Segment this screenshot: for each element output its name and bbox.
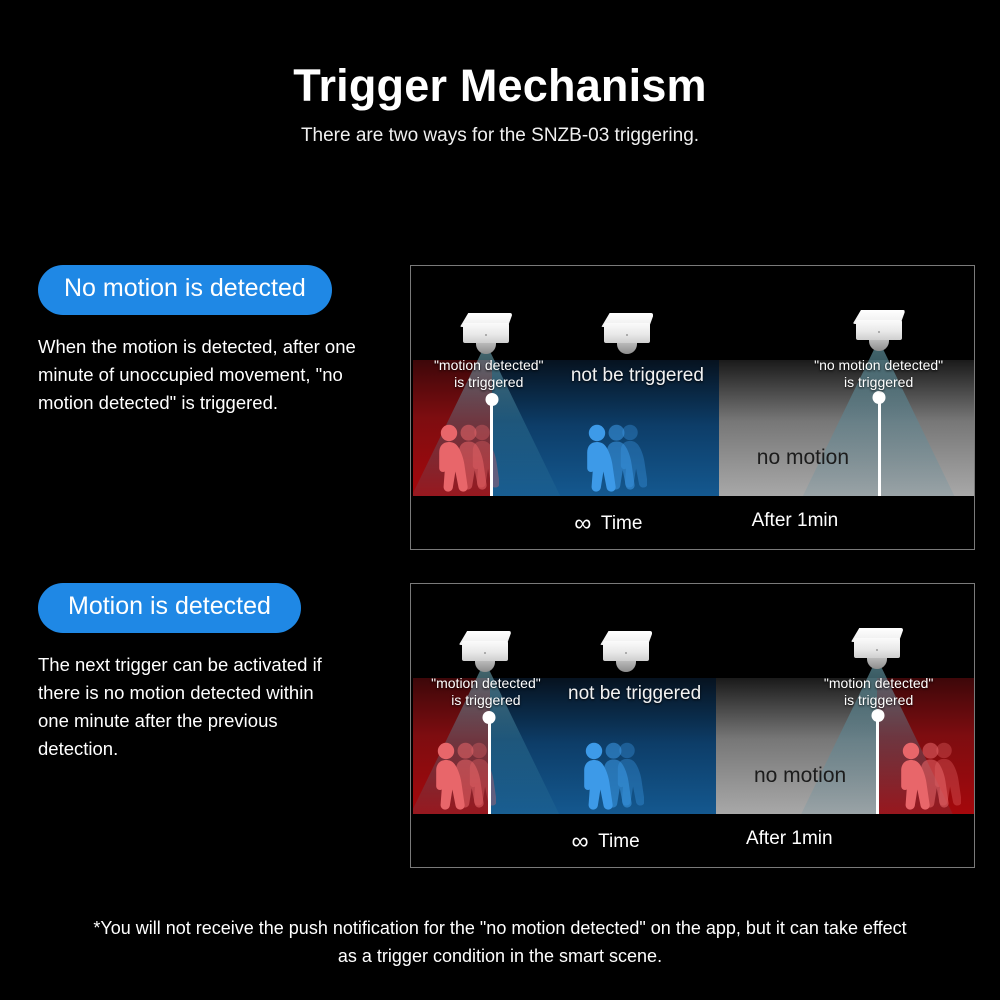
sensor-body bbox=[461, 641, 508, 661]
diagram-label: is triggered bbox=[843, 692, 914, 708]
diagram-stage: "motion detected" is triggered not be trig… bbox=[413, 268, 974, 496]
section-text-column: No motion is detected When the motion is … bbox=[38, 265, 388, 417]
diagram-label: is triggered bbox=[451, 692, 521, 708]
diagram-label: not be triggered bbox=[568, 683, 702, 704]
motion-sensor-icon bbox=[458, 631, 511, 672]
section-description: The next trigger can be activated if the… bbox=[38, 653, 322, 760]
footer-line-2: as a trigger condition in the smart scen… bbox=[337, 945, 663, 966]
motion-sensor-icon bbox=[852, 310, 905, 351]
diagram-label: not be triggered bbox=[570, 365, 704, 386]
trigger-dot-icon bbox=[482, 711, 496, 724]
diagram-label: "motion detected" bbox=[823, 675, 934, 691]
trigger-marker bbox=[871, 709, 884, 814]
sensor-body bbox=[855, 320, 902, 340]
diagram-stage: "motion detected" is triggered not be trig… bbox=[413, 586, 974, 814]
section-text-column: Motion is detected The next trigger can b… bbox=[38, 583, 388, 764]
section-2: Motion is detected The next trigger can b… bbox=[0, 583, 1000, 868]
footer-line-1: *You will not receive the push notificat… bbox=[93, 918, 907, 938]
diagram-panel-1: "motion detected" is triggered not be trig… bbox=[410, 265, 975, 550]
sensor-body bbox=[603, 641, 650, 661]
page-title: Trigger Mechanism bbox=[293, 60, 707, 111]
diagram-label: "no motion detected" bbox=[814, 357, 944, 373]
trigger-dot-icon bbox=[485, 393, 499, 406]
motion-sensor-icon bbox=[850, 628, 903, 669]
walkers-group-red bbox=[895, 742, 962, 812]
time-axis: ∞ Time After 1min bbox=[411, 814, 974, 867]
walking-person-icon bbox=[901, 742, 962, 810]
time-axis-label: ∞ Time bbox=[574, 510, 642, 538]
footer-note: *You will not receive the push notificat… bbox=[0, 915, 1000, 971]
time-axis-label: After 1min bbox=[751, 510, 839, 531]
sensor-body bbox=[853, 638, 900, 658]
walking-person-icon bbox=[587, 424, 648, 492]
diagram-label: "motion detected" bbox=[431, 675, 541, 691]
walking-person-icon bbox=[436, 742, 496, 810]
motion-sensor-icon bbox=[600, 631, 653, 672]
section-description: When the motion is detected, after one m… bbox=[38, 335, 356, 414]
diagram-label: no motion bbox=[756, 446, 850, 469]
sensor-body bbox=[604, 323, 651, 343]
trigger-marker bbox=[872, 391, 886, 496]
section-badge[interactable]: No motion is detected bbox=[38, 265, 332, 315]
trigger-marker bbox=[485, 393, 499, 496]
trigger-marker bbox=[482, 711, 496, 814]
sensor-body bbox=[462, 323, 509, 343]
walking-person-icon bbox=[584, 742, 645, 810]
infinity-icon: ∞ bbox=[574, 510, 591, 537]
walkers-group-blue bbox=[581, 424, 648, 494]
infinity-icon: ∞ bbox=[571, 828, 588, 855]
motion-sensor-icon bbox=[601, 313, 654, 354]
section-1: No motion is detected When the motion is … bbox=[0, 265, 1000, 550]
motion-sensor-icon bbox=[459, 313, 512, 354]
walkers-group-red bbox=[433, 424, 499, 494]
diagram-label: no motion bbox=[753, 764, 847, 787]
trigger-mechanism-infographic: Trigger Mechanism There are two ways for… bbox=[0, 0, 1000, 1000]
diagram-label: is triggered bbox=[843, 374, 914, 390]
diagram-label: is triggered bbox=[454, 374, 524, 390]
time-axis-label-text: Time bbox=[590, 513, 643, 534]
diagram-panel-2: "motion detected" is triggered not be trig… bbox=[410, 583, 975, 868]
time-axis: ∞ Time After 1min bbox=[411, 496, 974, 549]
walkers-group-red bbox=[430, 742, 496, 812]
walkers-group-blue bbox=[578, 742, 645, 812]
trigger-dot-icon bbox=[871, 709, 884, 722]
time-axis-label-text: Time bbox=[587, 831, 640, 852]
diagram-label: "motion detected" bbox=[433, 357, 544, 373]
section-badge[interactable]: Motion is detected bbox=[38, 583, 301, 633]
page-subtitle: There are two ways for the SNZB-03 trigg… bbox=[300, 125, 700, 147]
header: Trigger Mechanism There are two ways for… bbox=[0, 0, 1000, 147]
trigger-dot-icon bbox=[872, 391, 886, 404]
time-axis-label: After 1min bbox=[745, 828, 833, 849]
walking-person-icon bbox=[438, 424, 499, 492]
time-axis-label: ∞ Time bbox=[571, 828, 639, 856]
